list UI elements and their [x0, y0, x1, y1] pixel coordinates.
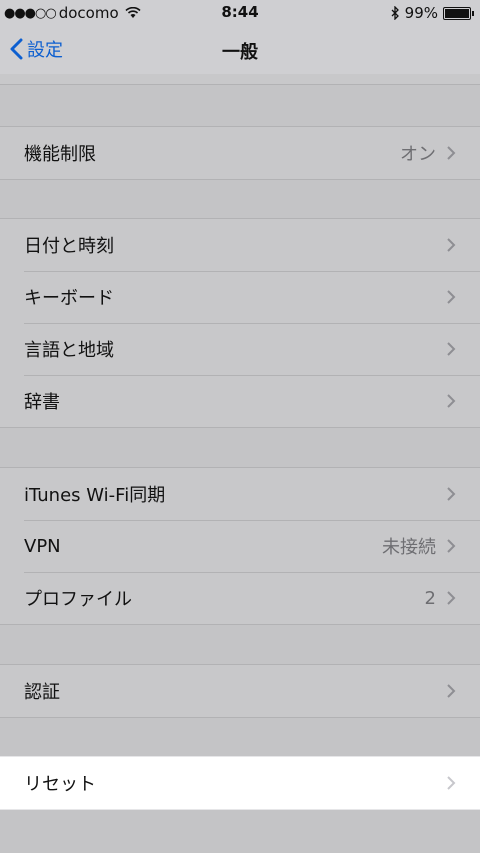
chevron-right-icon — [447, 487, 456, 501]
status-right: 99% — [391, 4, 474, 22]
row-label: 言語と地域 — [24, 340, 114, 361]
battery-icon — [443, 6, 474, 20]
row-label: プロファイル — [24, 589, 132, 610]
date-keyboard-group: 日付と時刻 キーボード 言語と地域 辞書 — [0, 218, 480, 428]
profile-row[interactable]: プロファイル 2 — [0, 572, 480, 624]
row-label: iTunes Wi-Fi同期 — [24, 485, 166, 506]
chevron-right-icon — [447, 146, 456, 160]
chevron-right-icon — [447, 290, 456, 304]
chevron-right-icon — [447, 394, 456, 408]
row-label: キーボード — [24, 288, 114, 309]
battery-percent: 99% — [404, 4, 438, 22]
row-label: 日付と時刻 — [24, 236, 114, 257]
chevron-right-icon — [447, 591, 456, 605]
vpn-row[interactable]: VPN 未接続 — [0, 520, 480, 572]
certification-row[interactable]: 認証 — [0, 665, 480, 717]
row-label: 機能制限 — [24, 144, 96, 165]
sync-vpn-profile-group: iTunes Wi-Fi同期 VPN 未接続 プロファイル 2 — [0, 467, 480, 625]
language-region-row[interactable]: 言語と地域 — [0, 323, 480, 375]
certification-group: 認証 — [0, 664, 480, 718]
dictionary-row[interactable]: 辞書 — [0, 375, 480, 427]
status-bar: ●●●○○ docomo 8:44 99% — [0, 0, 480, 26]
page-title: 一般 — [222, 42, 258, 63]
row-value: 2 — [424, 587, 436, 609]
itunes-wifi-sync-row[interactable]: iTunes Wi-Fi同期 — [0, 468, 480, 520]
row-value: 未接続 — [382, 537, 436, 558]
row-label: 認証 — [24, 682, 60, 703]
row-label: 辞書 — [24, 392, 60, 413]
chevron-right-icon — [447, 776, 456, 790]
reset-group: リセット — [0, 756, 480, 810]
chevron-right-icon — [447, 238, 456, 252]
row-label: リセット — [24, 774, 96, 795]
chevron-right-icon — [447, 539, 456, 553]
restrictions-row[interactable]: 機能制限 オン — [0, 127, 480, 179]
battery-fill — [445, 8, 469, 18]
row-value: オン — [400, 144, 436, 165]
row-label: VPN — [24, 535, 61, 557]
bluetooth-icon — [391, 6, 399, 20]
keyboard-row[interactable]: キーボード — [0, 271, 480, 323]
date-time-row[interactable]: 日付と時刻 — [0, 219, 480, 271]
restrictions-group: 機能制限 オン — [0, 126, 480, 180]
navigation-bar: 設定 一般 — [0, 26, 480, 75]
reset-row[interactable]: リセット — [0, 757, 480, 809]
previous-row-fragment — [0, 74, 480, 85]
chevron-right-icon — [447, 684, 456, 698]
chevron-right-icon — [447, 342, 456, 356]
